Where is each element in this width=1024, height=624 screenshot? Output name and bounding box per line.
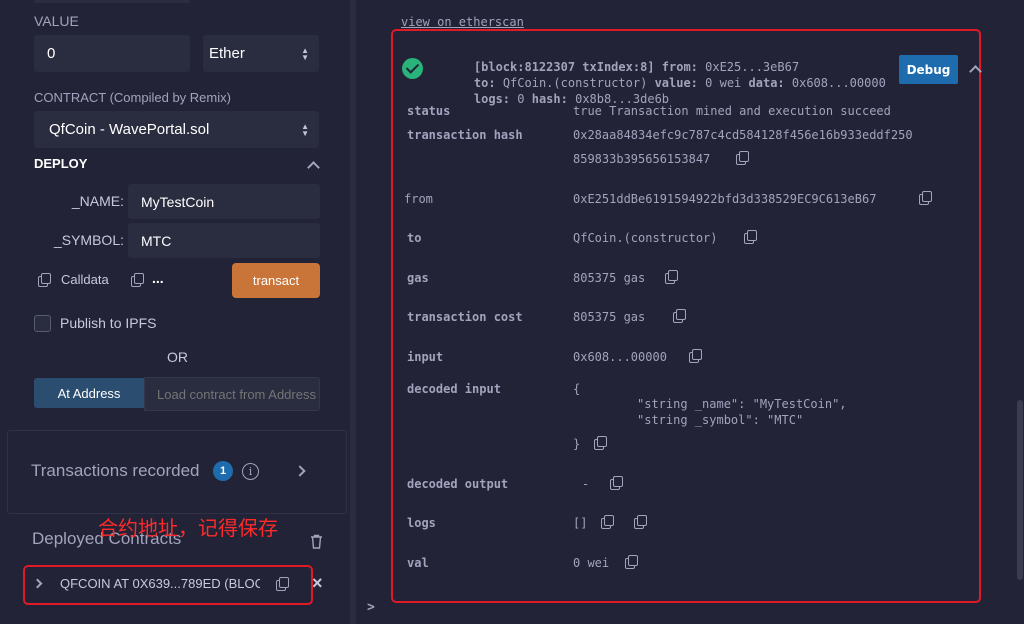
copy-icon[interactable]: [625, 555, 638, 569]
close-instance-icon[interactable]: ×: [312, 573, 323, 594]
load-contract-input[interactable]: [144, 377, 320, 411]
collapse-deploy-icon[interactable]: [307, 161, 320, 174]
gas-value: 805375 gas: [573, 271, 646, 285]
trash-icon[interactable]: [310, 534, 323, 549]
copy-icon[interactable]: [744, 230, 757, 244]
decoded-input-open: {: [573, 382, 581, 396]
copy-icon[interactable]: [131, 273, 144, 287]
input-key: input: [407, 350, 444, 364]
status-key: status: [407, 104, 451, 118]
copy-icon[interactable]: [38, 273, 51, 287]
info-icon[interactable]: i: [242, 463, 259, 480]
publish-ipfs-checkbox[interactable]: [34, 315, 51, 332]
copy-icon[interactable]: [601, 515, 614, 529]
copy-icon[interactable]: [919, 191, 932, 205]
decoded-input-line2: "string _symbol": "MTC": [637, 413, 804, 427]
val-key: val: [407, 556, 429, 570]
to-key: to: [407, 231, 422, 245]
terminal-prompt[interactable]: >: [367, 600, 375, 615]
chevron-right-icon[interactable]: [294, 465, 306, 477]
transaction-cost-value: 805375 gas: [573, 310, 646, 324]
copy-icon[interactable]: [665, 270, 678, 284]
select-arrows-icon: ▲ ▼: [301, 121, 309, 138]
deployed-instance-label[interactable]: QFCOIN AT 0X639...789ED (BLOCKCHAIN): [60, 576, 260, 591]
copy-icon[interactable]: [610, 476, 623, 490]
transactions-recorded-label: Transactions recorded: [31, 461, 200, 480]
transaction-hash-value-2: 859833b395656153847: [573, 152, 711, 166]
param-input-name[interactable]: MyTestCoin: [128, 184, 320, 219]
view-on-etherscan-link[interactable]: view on etherscan: [401, 15, 524, 29]
tx-value-value: 0 wei: [705, 76, 742, 90]
param-label-symbol: _SYMBOL:: [53, 232, 124, 248]
tx-data-value: 0x608...00000: [791, 76, 886, 90]
tx-logs-value: 0: [517, 92, 525, 106]
contract-label: CONTRACT (Compiled by Remix): [34, 90, 231, 105]
or-label: OR: [167, 349, 188, 365]
unit-select-value: Ether: [209, 45, 245, 62]
tx-data-key: data:: [748, 76, 785, 90]
gas-key: gas: [407, 271, 429, 285]
copy-icon[interactable]: [689, 349, 702, 363]
transaction-hash-key: transaction hash: [407, 128, 523, 142]
decoded-input-key: decoded input: [407, 382, 501, 396]
val-value: 0 wei: [573, 556, 610, 570]
debug-button[interactable]: Debug: [899, 55, 958, 84]
decoded-input-line1: "string _name": "MyTestCoin",: [637, 397, 847, 411]
decoded-output-key: decoded output: [407, 477, 509, 491]
value-label: VALUE: [34, 13, 79, 29]
publish-ipfs-label: Publish to IPFS: [60, 315, 157, 331]
decoded-input-close: }: [573, 437, 581, 451]
calldata-label[interactable]: Calldata: [61, 272, 109, 287]
terminal-scrollbar[interactable]: [1017, 400, 1023, 580]
tx-hash-key: hash:: [531, 92, 568, 106]
param-input-symbol[interactable]: MTC: [128, 223, 320, 258]
top-select-stub: [34, 0, 190, 3]
transaction-cost-key: transaction cost: [407, 310, 523, 324]
deploy-label: DEPLOY: [34, 156, 88, 171]
deploy-panel: VALUE 0 Ether ▲ ▼ CONTRACT (Compiled by R…: [0, 0, 350, 624]
at-address-button[interactable]: At Address: [34, 378, 144, 408]
transaction-hash-value-1: 0x28aa84834efc9c787c4cd584128f456e16b933…: [573, 128, 913, 142]
success-check-icon: [402, 58, 423, 79]
logs-value: []: [573, 516, 588, 530]
input-value: 0x608...00000: [573, 350, 667, 364]
logs-key: logs: [407, 516, 436, 530]
transact-button[interactable]: transact: [232, 263, 320, 298]
contract-select[interactable]: QfCoin - WavePortal.sol ▲ ▼: [34, 111, 319, 148]
value-input[interactable]: 0: [34, 35, 190, 72]
param-label-name: _NAME:: [71, 193, 124, 209]
copy-icon[interactable]: [736, 151, 749, 165]
contract-select-value: QfCoin - WavePortal.sol: [49, 121, 210, 138]
to-value: QfCoin.(constructor): [573, 231, 718, 245]
decoded-output-value: -: [582, 477, 590, 491]
from-value: 0xE251ddBe6191594922bfd3d338529EC9C613eB…: [573, 192, 877, 206]
unit-select[interactable]: Ether ▲ ▼: [203, 35, 319, 72]
parameters-ellipsis[interactable]: ...: [152, 270, 164, 286]
copy-address-icon[interactable]: [276, 577, 290, 592]
transactions-recorded-card[interactable]: Transactions recorded 1 i: [7, 430, 347, 514]
transactions-count-badge: 1: [213, 461, 233, 481]
terminal-panel: view on etherscan [block:8122307 txIndex…: [356, 0, 1024, 624]
status-value: true Transaction mined and execution suc…: [573, 104, 891, 118]
from-key: from: [404, 192, 433, 206]
tx-logs-key: logs:: [473, 92, 511, 106]
copy-icon[interactable]: [594, 436, 607, 450]
annotation-text: 合约地址，记得保存: [98, 516, 278, 540]
copy-icon[interactable]: [673, 309, 686, 323]
select-arrows-icon: ▲ ▼: [301, 45, 309, 62]
copy-icon[interactable]: [634, 515, 647, 529]
